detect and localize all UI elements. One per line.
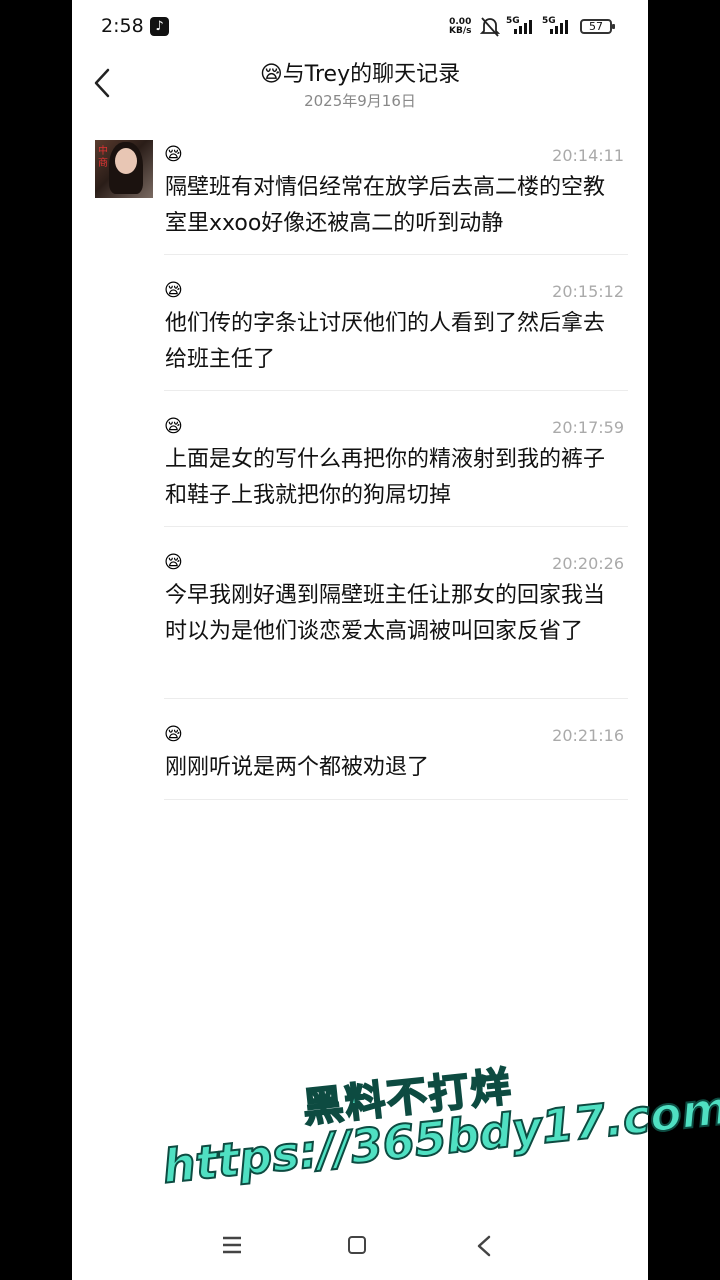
message-time: 20:21:16 (552, 726, 624, 745)
message-time: 20:15:12 (552, 282, 624, 301)
message-item[interactable]: 😪 20:17:59 上面是女的写什么再把你的精液射到我的裤子和鞋子上我就把你的… (164, 416, 628, 527)
back-icon[interactable] (476, 1235, 492, 1257)
message-time: 20:14:11 (552, 146, 624, 165)
avatar-mark: 中商 (98, 146, 108, 169)
network-speed: 0.00 KB/s (449, 18, 471, 36)
signal-icon-1: 5G (506, 16, 536, 38)
navigation-bar (72, 1222, 648, 1272)
sleepy-face-icon: 😪 (164, 144, 183, 165)
chat-title: 😪与Trey的聊天记录 (259, 62, 461, 87)
message-text: 刚刚听说是两个都被劝退了 (165, 755, 430, 780)
message-text: 他们传的字条让讨厌他们的人看到了然后拿去给班主任了 (165, 311, 606, 372)
chat-date: 2025年9月16日 (304, 92, 416, 110)
signal-1-label: 5G (506, 16, 520, 26)
avatar[interactable]: 中商 (95, 140, 153, 198)
message-time: 20:20:26 (552, 554, 624, 573)
sleepy-face-icon: 😪 (164, 280, 183, 301)
bell-off-icon (480, 17, 500, 37)
menu-icon[interactable] (222, 1236, 242, 1254)
sleepy-face-icon: 😪 (164, 416, 183, 437)
message-item[interactable]: 😪 20:15:12 他们传的字条让讨厌他们的人看到了然后拿去给班主任了 (164, 280, 628, 391)
sleepy-face-icon: 😪 (164, 724, 183, 745)
message-item[interactable]: 😪 20:21:16 刚刚听说是两个都被劝退了 (164, 724, 628, 800)
message-item[interactable]: 😪 20:14:11 隔壁班有对情侣经常在放学后去高二楼的空教室里xxoo好像还… (164, 144, 628, 255)
status-time: 2:58 (101, 15, 144, 37)
signal-icon-2: 5G (542, 16, 572, 38)
network-speed-unit: KB/s (449, 26, 472, 36)
status-bar: 2:58 ♪ 0.00 KB/s 5G 5G 57 (72, 0, 648, 56)
tiktok-icon: ♪ (150, 17, 169, 36)
avatar-face (115, 148, 137, 174)
battery-icon: 57 (580, 19, 615, 34)
home-icon[interactable] (348, 1236, 366, 1254)
message-text: 今早我刚好遇到隔壁班主任让那女的回家我当时以为是他们谈恋爱太高调被叫回家反省了 (165, 583, 606, 644)
signal-2-label: 5G (542, 16, 556, 26)
message-text: 上面是女的写什么再把你的精液射到我的裤子和鞋子上我就把你的狗屌切掉 (165, 447, 606, 508)
message-item[interactable]: 😪 20:20:26 今早我刚好遇到隔壁班主任让那女的回家我当时以为是他们谈恋爱… (164, 552, 628, 699)
sleepy-face-icon: 😪 (164, 552, 183, 573)
message-text: 隔壁班有对情侣经常在放学后去高二楼的空教室里xxoo好像还被高二的听到动静 (165, 175, 606, 236)
message-time: 20:17:59 (552, 418, 624, 437)
